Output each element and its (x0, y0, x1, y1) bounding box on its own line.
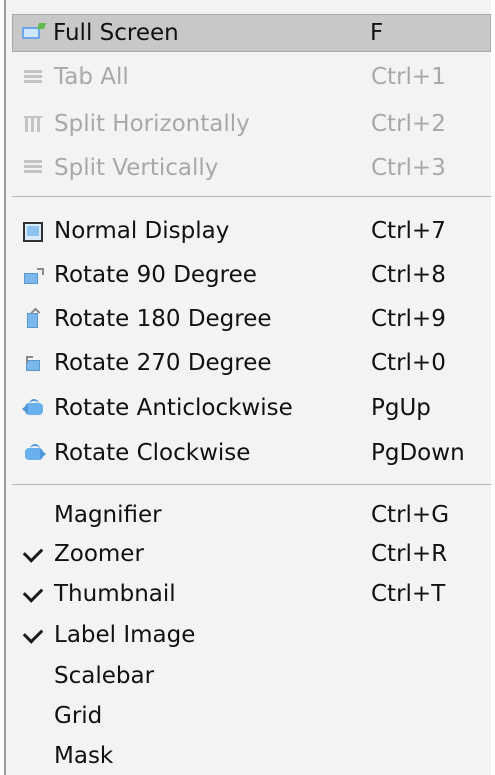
menu-item-grid[interactable]: Grid (14, 697, 491, 735)
menu-item-label: Split Vertically (54, 155, 219, 181)
menu-item-label: Magnifier (54, 502, 162, 528)
empty-icon-slot (22, 502, 48, 528)
menu-item-shortcut: Ctrl+7 (371, 218, 446, 244)
menu-item-shortcut: Ctrl+8 (371, 262, 446, 288)
rotate-180-icon (22, 306, 48, 332)
context-menu: Full Screen F Tab All Ctrl+1 Split Horiz… (4, 0, 491, 775)
tab-all-icon (22, 64, 48, 90)
menu-item-mask[interactable]: Mask (14, 737, 491, 775)
menu-item-shortcut: Ctrl+2 (371, 111, 446, 137)
full-screen-icon (21, 20, 47, 46)
menu-item-label: Rotate 270 Degree (54, 350, 272, 376)
checkmark-icon (22, 622, 48, 648)
split-vertical-icon (22, 155, 48, 181)
menu-item-shortcut: PgDown (371, 440, 465, 466)
menu-item-shortcut: PgUp (371, 395, 431, 421)
menu-item-shortcut: Ctrl+G (371, 502, 450, 528)
menu-item-magnifier[interactable]: Magnifier Ctrl+G (14, 496, 491, 534)
normal-display-icon (22, 218, 48, 244)
menu-item-label: Rotate 180 Degree (54, 306, 272, 332)
menu-item-shortcut: Ctrl+1 (371, 64, 446, 90)
menu-item-rotate-anticlockwise[interactable]: Rotate Anticlockwise PgUp (14, 389, 491, 427)
menu-item-scalebar[interactable]: Scalebar (14, 657, 491, 695)
rotate-anticlockwise-icon (22, 395, 48, 421)
menu-item-label: Label Image (54, 622, 196, 648)
menu-item-full-screen[interactable]: Full Screen F (12, 14, 491, 52)
rotate-clockwise-icon (22, 440, 48, 466)
menu-item-label: Rotate 90 Degree (54, 262, 257, 288)
menu-item-shortcut: F (370, 20, 384, 46)
split-horizontal-icon (22, 111, 48, 137)
menu-item-label: Zoomer (54, 541, 144, 567)
menu-item-rotate-90-degree[interactable]: Rotate 90 Degree Ctrl+8 (14, 256, 491, 294)
rotate-270-icon (22, 350, 48, 376)
menu-item-shortcut: Ctrl+3 (371, 155, 446, 181)
rotate-90-icon (22, 262, 48, 288)
menu-item-label: Full Screen (53, 20, 179, 46)
checkmark-icon (22, 581, 48, 607)
menu-item-label: Rotate Anticlockwise (54, 395, 293, 421)
menu-item-tab-all: Tab All Ctrl+1 (14, 58, 491, 96)
menu-item-label: Grid (54, 703, 103, 729)
menu-item-label: Thumbnail (54, 581, 176, 607)
menu-item-split-horizontally: Split Horizontally Ctrl+2 (14, 105, 491, 143)
menu-item-split-vertically: Split Vertically Ctrl+3 (14, 149, 491, 187)
menu-item-rotate-180-degree[interactable]: Rotate 180 Degree Ctrl+9 (14, 300, 491, 338)
menu-item-shortcut: Ctrl+T (371, 581, 446, 607)
menu-item-normal-display[interactable]: Normal Display Ctrl+7 (14, 212, 491, 250)
empty-icon-slot (22, 663, 48, 689)
menu-separator (12, 196, 491, 197)
menu-item-shortcut: Ctrl+9 (371, 306, 446, 332)
menu-item-thumbnail[interactable]: Thumbnail Ctrl+T (14, 575, 491, 613)
menu-item-shortcut: Ctrl+R (371, 541, 448, 567)
empty-icon-slot (22, 743, 48, 769)
menu-item-label: Tab All (54, 64, 129, 90)
menu-item-shortcut: Ctrl+0 (371, 350, 446, 376)
checkmark-icon (22, 541, 48, 567)
menu-item-label: Rotate Clockwise (54, 440, 251, 466)
menu-item-zoomer[interactable]: Zoomer Ctrl+R (14, 535, 491, 573)
menu-item-rotate-clockwise[interactable]: Rotate Clockwise PgDown (14, 434, 491, 472)
menu-item-label: Scalebar (54, 663, 155, 689)
empty-icon-slot (22, 703, 48, 729)
menu-item-label: Split Horizontally (54, 111, 250, 137)
menu-item-label-image[interactable]: Label Image (14, 616, 491, 654)
menu-item-rotate-270-degree[interactable]: Rotate 270 Degree Ctrl+0 (14, 344, 491, 382)
menu-separator (12, 484, 491, 485)
menu-item-label: Mask (54, 743, 114, 769)
menu-item-label: Normal Display (54, 218, 230, 244)
